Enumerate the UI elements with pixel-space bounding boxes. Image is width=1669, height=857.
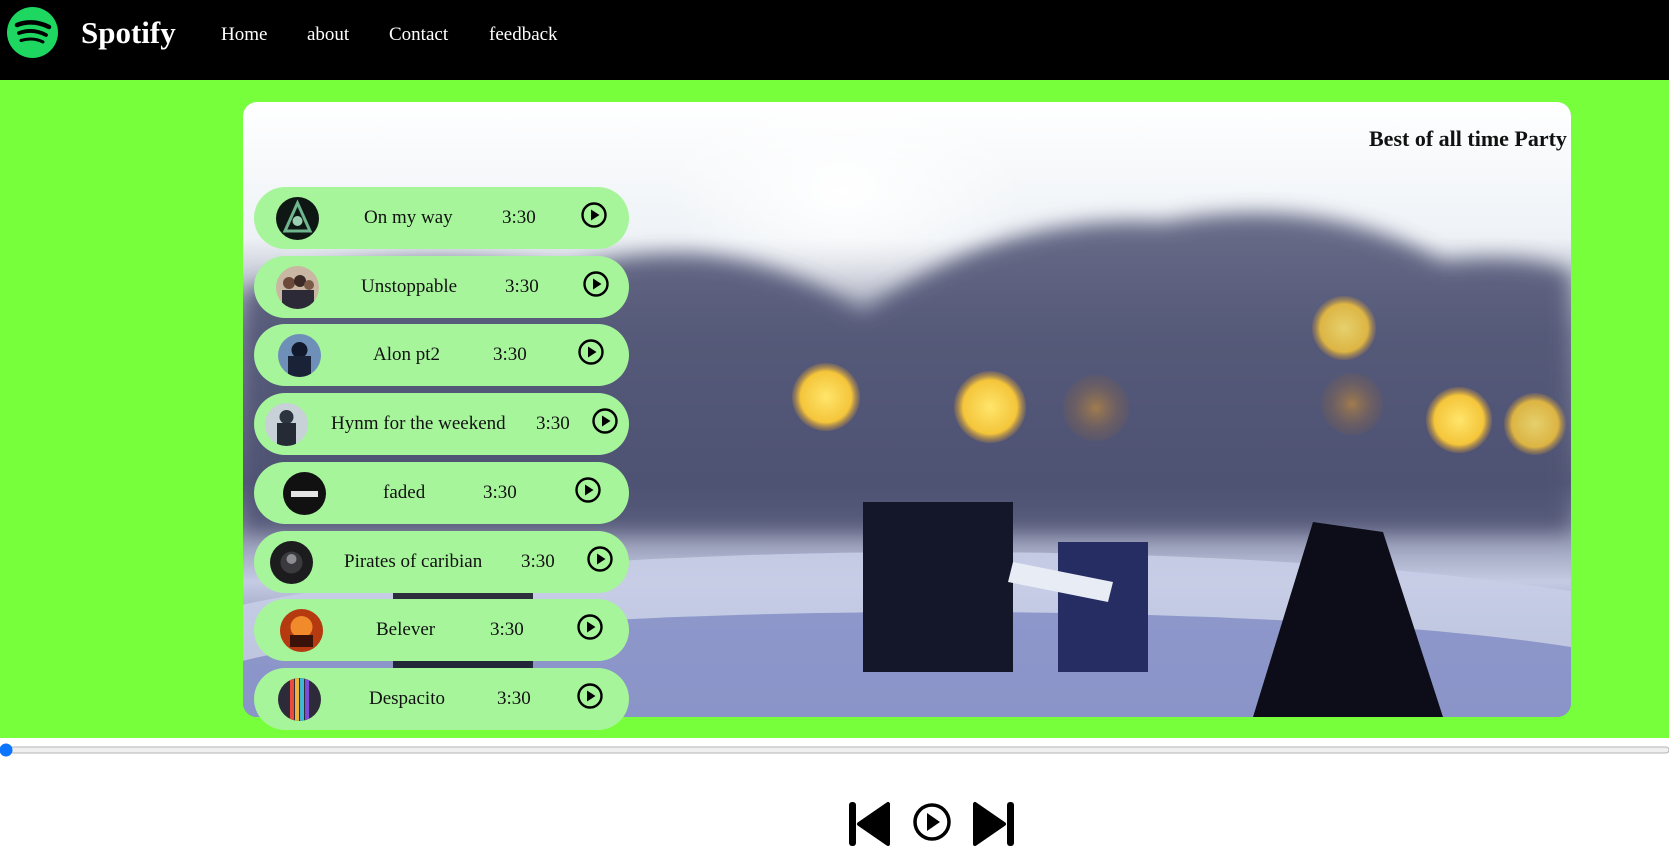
- song-item-faded[interactable]: faded 3:30: [254, 462, 629, 524]
- song-cover-image: [276, 197, 319, 240]
- song-duration: 3:30: [493, 344, 527, 365]
- song-duration: 3:30: [483, 482, 517, 503]
- song-duration: 3:30: [505, 276, 539, 297]
- song-cover-image: [270, 541, 313, 584]
- song-cover-image: [276, 266, 319, 309]
- play-icon[interactable]: [911, 800, 953, 842]
- play-icon[interactable]: [576, 682, 604, 710]
- song-cover-image: [278, 678, 321, 721]
- song-name: Belever: [376, 619, 436, 640]
- song-name: Unstoppable: [361, 276, 458, 297]
- play-icon[interactable]: [577, 338, 605, 366]
- song-cover-image: [265, 403, 308, 446]
- play-icon[interactable]: [580, 201, 608, 229]
- play-icon[interactable]: [574, 476, 602, 504]
- playlist-title: Best of all time Party: [1369, 126, 1567, 151]
- brand-title: Spotify: [81, 15, 176, 50]
- song-duration: 3:30: [536, 413, 570, 434]
- song-duration: 3:30: [497, 688, 531, 709]
- song-duration: 3:30: [490, 619, 524, 640]
- song-item-despacito[interactable]: Despacito 3:30: [254, 668, 629, 730]
- song-name: Alon pt2: [373, 344, 441, 365]
- song-name: Hynm for the weekend: [331, 413, 506, 434]
- song-name: faded: [383, 482, 426, 503]
- progress-slider-thumb[interactable]: [0, 743, 13, 757]
- song-item-alon-pt2[interactable]: Alon pt2 3:30: [254, 324, 629, 386]
- main-area: Best of all time Party: [0, 80, 1669, 738]
- next-icon[interactable]: [973, 800, 1015, 848]
- nav-link-feedback[interactable]: feedback: [489, 24, 558, 46]
- progress-slider[interactable]: [0, 743, 1669, 757]
- song-duration: 3:30: [521, 551, 555, 572]
- spotify-logo-icon[interactable]: [7, 7, 58, 58]
- song-item-unstoppable[interactable]: Unstoppable 3:30: [254, 256, 629, 318]
- song-item-belever[interactable]: Belever 3:30: [254, 599, 629, 661]
- nav-link-about[interactable]: about: [307, 24, 349, 46]
- play-icon[interactable]: [576, 613, 604, 641]
- nav-link-home[interactable]: Home: [221, 24, 267, 46]
- song-item-hynm-for-the-weekend[interactable]: Hynm for the weekend 3:30: [254, 393, 629, 455]
- play-icon[interactable]: [586, 545, 614, 573]
- play-icon[interactable]: [582, 270, 610, 298]
- play-icon[interactable]: [591, 407, 619, 435]
- song-name: Pirates of caribian: [344, 551, 483, 572]
- previous-icon[interactable]: [848, 800, 890, 848]
- navbar: Spotify Home about Contact feedback: [0, 0, 1669, 80]
- nav-link-contact[interactable]: Contact: [389, 24, 448, 46]
- song-duration: 3:30: [502, 207, 536, 228]
- song-cover-image: [280, 609, 323, 652]
- song-item-pirates-of-caribian[interactable]: Pirates of caribian 3:30: [254, 531, 629, 593]
- song-item-on-my-way[interactable]: On my way 3:30: [254, 187, 629, 249]
- song-cover-image: [283, 472, 326, 515]
- song-name: On my way: [364, 207, 453, 228]
- song-name: Despacito: [369, 688, 445, 709]
- song-cover-image: [278, 334, 321, 377]
